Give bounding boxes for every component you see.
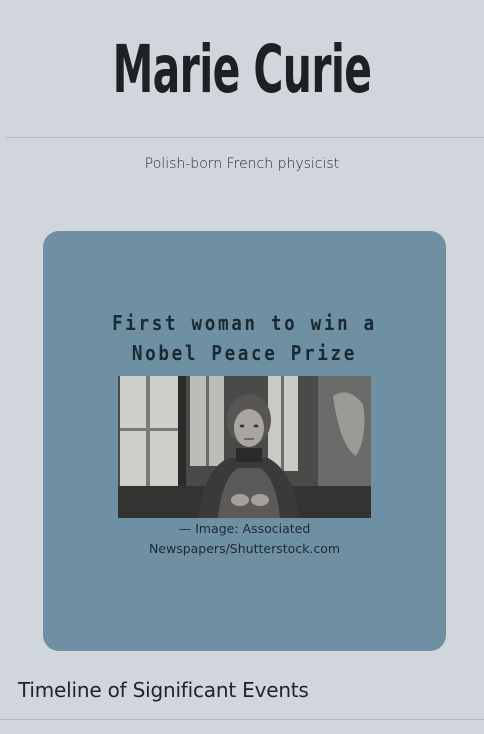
timeline-heading: Timeline of Significant Events [18, 678, 309, 702]
card-heading-line-1: First woman to win a [112, 311, 377, 335]
portrait-photo [118, 376, 371, 518]
card-heading: First woman to win a Nobel Peace Prize [67, 308, 422, 368]
page-title: Marie Curie [112, 31, 372, 108]
card-heading-line-2: Nobel Peace Prize [131, 341, 357, 365]
image-caption: — Image: Associated Newspapers/Shutterst… [148, 521, 341, 556]
timeline-divider [0, 719, 484, 720]
header-divider [6, 137, 484, 138]
page-subtitle: Polish-born French physicist [144, 156, 340, 172]
feature-card: First woman to win a Nobel Peace Prize —… [43, 231, 446, 651]
